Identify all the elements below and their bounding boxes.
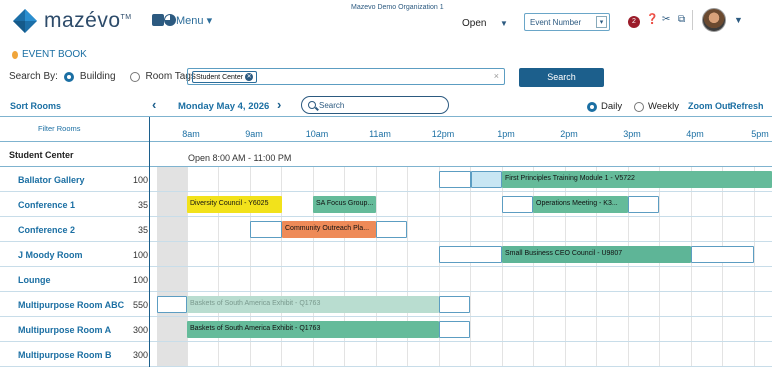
event-block[interactable]: Baskets of South America Exhibit - Q1763 — [187, 321, 439, 338]
event-block[interactable]: Diversity Council - Y6025 — [187, 196, 282, 213]
top-navigation-bar: mazévoTM Menu ▾ Mazevo Demo Organization… — [0, 0, 772, 40]
header-divider — [692, 10, 693, 30]
room-name[interactable]: J Moody Room — [18, 250, 83, 260]
organization-name: Mazevo Demo Organization 1 — [351, 4, 444, 11]
grid-header-row: Filter Rooms 8am 9am 10am 11am 12pm 1pm … — [0, 117, 772, 142]
event-block[interactable]: Operations Meeting - K3... — [533, 196, 628, 213]
user-menu-chevron-icon[interactable]: ▼ — [734, 15, 743, 25]
status-filter[interactable]: Open — [462, 18, 486, 29]
building-tag-input[interactable]: Student Center ✕ × — [187, 68, 505, 85]
grid-toolbar: Sort Rooms ‹ Monday May 4, 2026 › Search… — [0, 96, 772, 116]
room-capacity: 35 — [137, 200, 148, 210]
search-by-label: Search By: — [9, 71, 58, 82]
open-hours: Open 8:00 AM - 11:00 PM — [188, 153, 292, 163]
hour-label: 3pm — [623, 129, 641, 139]
building-name[interactable]: Student Center — [9, 150, 74, 160]
tag-chip: Student Center ✕ — [192, 71, 258, 83]
room-row: Lounge 100 — [0, 267, 772, 292]
hour-label: 9am — [245, 129, 263, 139]
hour-label: 12pm — [431, 129, 455, 139]
status-filter-chevron-icon[interactable]: ▼ — [500, 19, 508, 28]
remove-tag-icon[interactable]: ✕ — [245, 73, 254, 81]
event-block[interactable]: First Principles Training Module 1 - V57… — [502, 171, 772, 188]
mazevo-logo-icon — [13, 9, 37, 33]
event-block[interactable]: Baskets of South America Exhibit - Q1763 — [187, 296, 439, 313]
tools-icon[interactable]: ✂ — [662, 14, 670, 25]
hour-label: 10am — [305, 129, 329, 139]
room-name[interactable]: Ballator Gallery — [18, 175, 85, 185]
main-menu[interactable]: Menu ▾ — [176, 14, 212, 27]
sort-rooms-link[interactable]: Sort Rooms — [10, 101, 61, 111]
copy-icon[interactable]: ⧉ — [678, 14, 685, 25]
event-setup-block[interactable] — [439, 321, 470, 338]
hour-label: 11am — [369, 129, 391, 139]
event-block[interactable]: Small Business CEO Council - U9807 — [502, 246, 691, 263]
hour-label: 4pm — [686, 129, 704, 139]
room-name[interactable]: Conference 2 — [18, 225, 75, 235]
room-capacity: 100 — [132, 175, 148, 185]
radio-building-label[interactable]: Building — [80, 71, 116, 82]
room-name[interactable]: Multipurpose Room ABC — [18, 300, 124, 310]
event-setup-block[interactable] — [439, 171, 471, 188]
notification-badge[interactable]: 2 — [628, 16, 640, 28]
event-setup-block[interactable] — [376, 221, 407, 238]
hour-label: 2pm — [560, 129, 578, 139]
event-setup-block[interactable] — [628, 196, 659, 213]
radio-room-tags[interactable] — [129, 71, 140, 82]
event-setup-block[interactable] — [439, 246, 502, 263]
room-name[interactable]: Lounge — [18, 275, 51, 285]
previous-day-icon[interactable]: ‹ — [152, 97, 156, 112]
event-block[interactable]: Community Outreach Pla... — [282, 221, 376, 238]
pin-icon — [12, 50, 18, 59]
room-capacity: 100 — [132, 250, 148, 260]
mazevo-logo[interactable]: mazévoTM — [12, 8, 132, 34]
room-capacity: 300 — [132, 350, 148, 360]
event-setup-block[interactable] — [691, 246, 754, 263]
room-column-divider — [149, 117, 150, 367]
chevron-down-icon: ▾ — [596, 16, 607, 28]
view-weekly[interactable]: Weekly — [634, 101, 679, 112]
search-by-group: Search By: Building Room Tags — [9, 71, 196, 82]
current-date[interactable]: Monday May 4, 2026 — [178, 101, 269, 112]
event-setup-block[interactable] — [439, 296, 470, 313]
hour-label: 8am — [182, 129, 200, 139]
page-title: EVENT BOOK — [12, 49, 87, 60]
event-setup-block[interactable] — [502, 196, 533, 213]
help-icon[interactable]: ❓ — [646, 14, 658, 25]
event-setup-block[interactable] — [250, 221, 282, 238]
radio-daily[interactable] — [587, 101, 597, 112]
zoom-out-link[interactable]: Zoom Out — [688, 101, 731, 111]
brand-name: mazévoTM — [44, 9, 132, 32]
hour-label: 5pm — [751, 129, 769, 139]
room-name[interactable]: Multipurpose Room B — [18, 350, 112, 360]
search-icon — [308, 101, 316, 109]
chevron-down-icon: ▾ — [206, 15, 213, 27]
avatar[interactable] — [702, 8, 726, 32]
calendar-plus-icon[interactable] — [152, 14, 164, 26]
room-name[interactable]: Multipurpose Room A — [18, 325, 111, 335]
grid-search-input[interactable]: Search — [301, 96, 449, 114]
room-row: Multipurpose Room B 300 — [0, 342, 772, 367]
next-day-icon[interactable]: › — [277, 97, 281, 112]
clear-input-icon[interactable]: × — [494, 71, 499, 81]
building-row: Student Center Open 8:00 AM - 11:00 PM — [0, 142, 772, 167]
event-setup-block[interactable] — [471, 171, 502, 188]
radio-building[interactable] — [63, 71, 74, 82]
event-setup-block[interactable] — [157, 296, 187, 313]
radio-weekly[interactable] — [634, 101, 644, 112]
room-capacity: 35 — [137, 225, 148, 235]
booking-grid: Filter Rooms 8am 9am 10am 11am 12pm 1pm … — [0, 116, 772, 367]
hour-label: 1pm — [497, 129, 515, 139]
pie-chart-icon[interactable] — [164, 14, 176, 26]
room-capacity: 300 — [132, 325, 148, 335]
room-name[interactable]: Conference 1 — [18, 200, 75, 210]
event-search-field-select[interactable]: Event Number ▾ — [524, 13, 610, 31]
event-block[interactable]: SA Focus Group... — [313, 196, 376, 213]
filter-rooms-link[interactable]: Filter Rooms — [38, 124, 81, 133]
refresh-link[interactable]: Refresh — [730, 101, 764, 111]
view-daily[interactable]: Daily — [587, 101, 622, 112]
room-capacity: 550 — [132, 300, 148, 310]
search-button[interactable]: Search — [519, 68, 604, 87]
room-capacity: 100 — [132, 275, 148, 285]
